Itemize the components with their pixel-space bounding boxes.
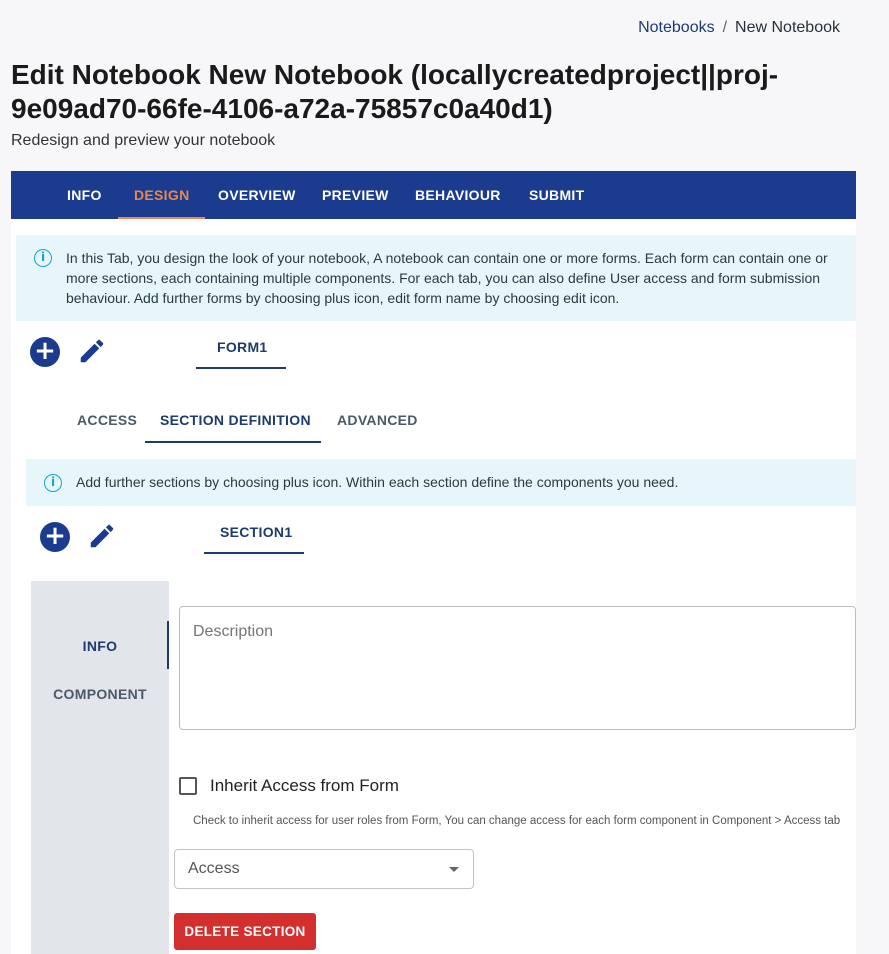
breadcrumb-notebooks-link[interactable]: Notebooks (638, 19, 715, 36)
tab-section-definition[interactable]: SECTION DEFINITION (160, 412, 311, 428)
page-subtitle: Redesign and preview your notebook (11, 132, 276, 149)
edit-form-name-icon[interactable] (77, 336, 107, 366)
tab-info[interactable]: INFO (51, 171, 118, 219)
subtab-indicator (145, 441, 321, 443)
inherit-access-label: Inherit Access from Form (210, 776, 399, 795)
side-nav-component[interactable]: COMPONENT (31, 686, 169, 702)
tab-advanced[interactable]: ADVANCED (337, 412, 418, 428)
section-info-alert: i Add further sections by choosing plus … (26, 459, 856, 506)
design-info-text: In this Tab, you design the look of your… (66, 250, 828, 306)
side-nav-info[interactable]: INFO (31, 638, 169, 654)
tab-submit[interactable]: SUBMIT (513, 171, 600, 219)
inherit-access-checkbox[interactable] (179, 777, 197, 795)
tab-design[interactable]: DESIGN (118, 171, 206, 219)
tab-form1[interactable]: FORM1 (217, 339, 268, 355)
delete-section-button[interactable]: DELETE SECTION (174, 913, 316, 950)
design-info-alert: i In this Tab, you design the look of yo… (16, 235, 856, 321)
section-info-text: Add further sections by choosing plus ic… (76, 474, 679, 490)
tab-overview[interactable]: OVERVIEW (202, 171, 312, 219)
tab-section1[interactable]: SECTION1 (220, 524, 292, 540)
access-select[interactable]: Access (174, 849, 474, 889)
breadcrumb: Notebooks / New Notebook (638, 19, 840, 37)
tab-preview[interactable]: PREVIEW (306, 171, 405, 219)
breadcrumb-separator: / (722, 19, 728, 36)
form-tab-indicator (196, 367, 286, 369)
info-circle-icon: i (44, 474, 62, 492)
section-side-nav: INFO COMPONENT (31, 581, 169, 954)
inherit-access-helper-text: Check to inherit access for user roles f… (193, 815, 841, 827)
add-form-button[interactable]: + (30, 337, 60, 367)
edit-section-name-icon[interactable] (87, 521, 117, 551)
tab-access[interactable]: ACCESS (77, 412, 137, 428)
side-nav-indicator (167, 621, 169, 669)
section-description-input[interactable] (179, 606, 856, 730)
access-select-value: Access (188, 860, 240, 877)
caret-down-icon (449, 867, 459, 872)
tab-behaviour[interactable]: BEHAVIOUR (399, 171, 517, 219)
main-tab-bar: INFO DESIGN OVERVIEW PREVIEW BEHAVIOUR S… (11, 171, 856, 219)
section-tab-indicator (204, 552, 304, 554)
add-section-button[interactable]: + (40, 522, 70, 552)
page-title: Edit Notebook New Notebook (locallycreat… (11, 59, 779, 124)
info-circle-icon: i (34, 249, 52, 267)
breadcrumb-current: New Notebook (735, 19, 840, 36)
